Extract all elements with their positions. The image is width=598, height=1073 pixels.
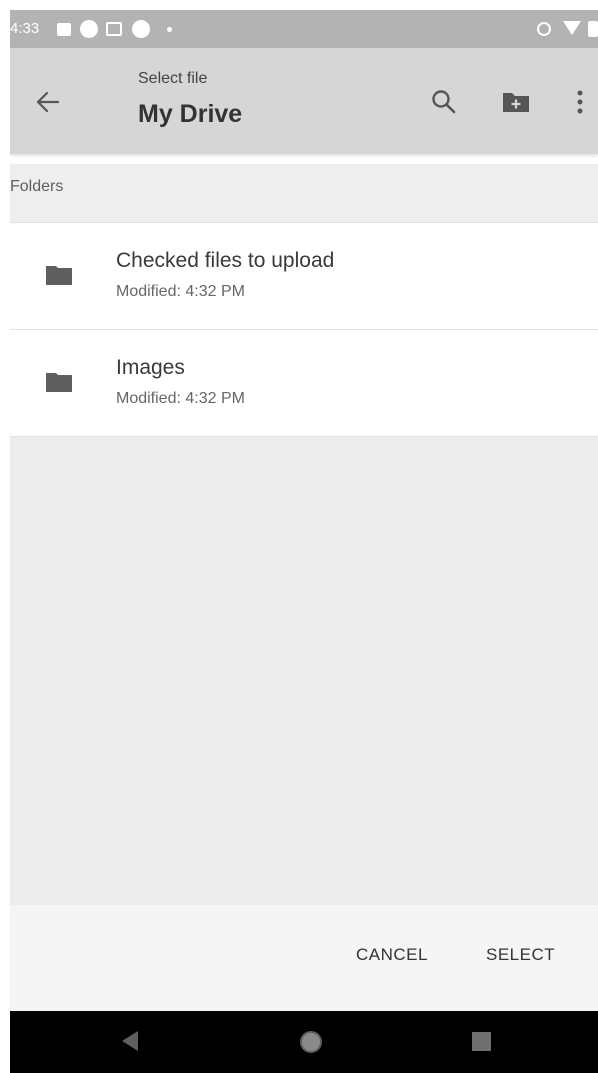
navigation-bar — [10, 1011, 598, 1073]
folder-icon — [46, 266, 72, 285]
folder-name: Checked files to upload — [116, 249, 335, 272]
nav-home-icon[interactable] — [300, 1031, 322, 1053]
app-bar: Select file My Drive — [10, 48, 598, 154]
dialog-actions: CANCEL SELECT — [10, 905, 598, 1011]
battery-icon — [588, 21, 598, 37]
wifi-icon — [563, 21, 581, 35]
new-folder-button[interactable] — [496, 82, 536, 122]
image-icon — [57, 23, 71, 36]
circle-icon — [132, 20, 150, 38]
folder-modified: Modified: 4:32 PM — [116, 283, 245, 300]
cancel-button[interactable]: CANCEL — [350, 935, 434, 975]
list-item[interactable]: Checked files to upload Modified: 4:32 P… — [10, 223, 598, 330]
more-options-button[interactable] — [562, 82, 598, 122]
status-bar: 4:33 — [10, 10, 598, 48]
select-button[interactable]: SELECT — [480, 935, 561, 975]
back-button[interactable] — [26, 80, 70, 124]
status-time: 4:33 — [10, 20, 40, 37]
gmail-icon — [106, 22, 122, 36]
search-icon — [432, 90, 456, 114]
circle-icon — [80, 20, 98, 38]
empty-list-area — [10, 437, 598, 905]
section-header: Folders — [10, 164, 598, 223]
folders-label: Folders — [10, 178, 64, 195]
search-button[interactable] — [424, 82, 464, 122]
nav-back-icon[interactable] — [122, 1031, 138, 1051]
folder-name: Images — [116, 356, 185, 379]
folder-icon — [46, 373, 72, 392]
folder-list: Checked files to upload Modified: 4:32 P… — [10, 223, 598, 437]
page-title: My Drive — [138, 100, 243, 128]
more-vert-icon — [577, 90, 583, 114]
folder-modified: Modified: 4:32 PM — [116, 390, 245, 407]
new-folder-icon — [503, 93, 529, 112]
back-arrow-icon — [36, 91, 60, 113]
vibrate-icon — [537, 22, 551, 36]
screen: 4:33 Select file My Drive Folders Checke… — [10, 10, 598, 1073]
app-subtitle: Select file — [138, 70, 208, 87]
list-item[interactable]: Images Modified: 4:32 PM — [10, 330, 598, 437]
nav-recents-icon[interactable] — [472, 1032, 491, 1051]
dot-icon — [167, 27, 172, 32]
